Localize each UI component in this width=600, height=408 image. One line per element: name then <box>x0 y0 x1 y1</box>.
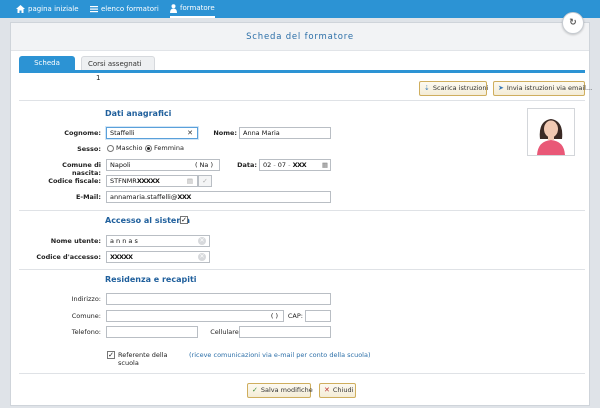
tax-code-value: STFNMR <box>110 177 137 185</box>
check-icon: ✓ <box>252 386 258 394</box>
close-button[interactable]: ✕ Chiudi <box>319 383 356 398</box>
radio-female-dot[interactable] <box>145 144 152 152</box>
checkmark-icon: ✓ <box>181 216 187 224</box>
address-field[interactable] <box>106 293 331 305</box>
email-instructions-label: Invia istruzioni via email... <box>506 84 593 92</box>
sex-male-label: Maschio <box>116 144 143 152</box>
email-instructions-button[interactable]: ➤ Invia istruzioni via email... <box>493 81 592 96</box>
name-field[interactable]: Anna Maria <box>239 127 331 139</box>
name-value: Anna Maria <box>243 129 280 137</box>
tax-code-field[interactable]: STFNMRXXXXX ▤ <box>106 175 198 187</box>
download-instructions-button[interactable]: ⇣ Scarica istruzioni <box>419 81 489 96</box>
birthdate-day: 02 <box>263 161 272 169</box>
clear-circle-icon[interactable]: ✕ <box>198 253 206 261</box>
school-referent-label: Referente della scuola <box>118 351 168 367</box>
list-icon <box>90 6 98 13</box>
birthdate-label: Data: <box>237 161 257 169</box>
breadcrumb-home-label: pagina iniziale <box>28 5 79 13</box>
school-referent-note: (riceve comunicazioni via e-mail per con… <box>189 351 371 359</box>
address-label: Indirizzo: <box>71 295 101 303</box>
trainer-panel: Scheda del formatore Scheda utente Corsi… <box>10 22 592 406</box>
surname-value: Staffelli <box>110 129 135 137</box>
divider-access <box>19 269 585 270</box>
tab-user-sheet[interactable]: Scheda utente <box>19 56 75 81</box>
birthplace-label: Comune di nascita: <box>62 161 101 177</box>
divider-personal <box>19 210 585 211</box>
birthdate-field[interactable]: 02 - 07 - XXX ▦ <box>259 159 331 171</box>
sex-female-label: Femmina <box>154 144 184 152</box>
divider-bottom <box>19 373 585 374</box>
tax-code-redacted: XXXXX <box>136 177 160 185</box>
sex-male-radio[interactable]: Maschio <box>107 144 142 152</box>
tab-assigned-courses[interactable]: Corsi assegnati 1 <box>81 56 155 82</box>
access-code-field[interactable]: XXXXX ✕ <box>106 251 210 263</box>
tax-code-label: Codice fiscale: <box>48 177 101 185</box>
user-icon <box>170 3 177 13</box>
birthdate-year-redacted: XXX <box>292 161 307 169</box>
breadcrumb-list-label: elenco formatori <box>101 5 159 13</box>
school-referent-checkbox[interactable]: ✓ <box>107 351 115 359</box>
mobile-field[interactable] <box>239 326 331 338</box>
city-province: ( ) <box>270 312 278 320</box>
zip-label: CAP: <box>287 312 303 320</box>
birthdate-month: 07 <box>277 161 287 169</box>
birthplace-value: Napoli <box>110 161 131 169</box>
top-navigation-bar: pagina iniziale elenco formatori formato… <box>0 0 600 18</box>
refresh-icon[interactable]: ↻ <box>562 12 584 34</box>
sex-female-radio[interactable]: Femmina <box>145 144 184 152</box>
username-value: a n n a s <box>110 237 138 245</box>
tab-underline <box>19 70 585 73</box>
page-title: Scheda del formatore <box>11 23 589 51</box>
download-instructions-label: Scarica istruzioni <box>432 84 489 92</box>
calendar-icon[interactable]: ▦ <box>322 160 328 170</box>
phone-field[interactable] <box>106 326 198 338</box>
tab-assigned-courses-label: Corsi assegnati <box>88 60 142 68</box>
phone-label: Telefono: <box>71 328 101 336</box>
close-button-label: Chiudi <box>332 386 354 394</box>
access-code-redacted: XXXXX <box>110 253 133 261</box>
sex-label: Sesso: <box>77 145 101 153</box>
surname-label: Cognome: <box>64 129 101 137</box>
access-code-label: Codice d'accesso: <box>36 253 101 261</box>
section-personal-data-title: Dati anagrafici <box>105 109 172 118</box>
send-icon: ➤ <box>498 84 504 92</box>
save-button-label: Salva modifiche <box>260 386 313 394</box>
surname-field[interactable]: Staffelli ✕ <box>106 127 198 139</box>
download-icon: ⇣ <box>424 84 430 92</box>
city-field[interactable]: ( ) <box>106 310 284 322</box>
avatar <box>527 108 575 156</box>
home-icon <box>16 5 25 13</box>
save-button[interactable]: ✓ Salva modifiche <box>247 383 313 398</box>
email-label: E-Mail: <box>75 193 101 201</box>
access-enabled-checkbox[interactable]: ✓ <box>180 216 188 224</box>
tax-code-calc-icon[interactable]: ▤ <box>187 176 193 186</box>
checkmark-icon: ✓ <box>108 351 114 359</box>
tax-code-verify-button[interactable]: ✓ <box>198 175 212 187</box>
clear-icon[interactable]: ✕ <box>187 128 193 138</box>
check-icon: ✓ <box>202 177 208 185</box>
birthplace-province: ( Na ) <box>194 161 213 169</box>
birthplace-field[interactable]: Napoli ( Na ) <box>106 159 220 171</box>
name-label: Nome: <box>213 129 237 137</box>
section-access-title: Accesso al sistema <box>105 216 191 225</box>
breadcrumb-trainers-list[interactable]: elenco formatori <box>90 0 159 18</box>
avatar-female-icon <box>537 119 565 155</box>
email-value: annamaria.staffelli@ <box>110 193 178 201</box>
email-redacted: XXX <box>177 193 191 201</box>
section-residence-title: Residenza e recapiti <box>105 275 197 284</box>
email-field[interactable]: annamaria.staffelli@XXX <box>106 191 331 203</box>
username-field[interactable]: a n n a s ✕ <box>106 235 210 247</box>
clear-circle-icon[interactable]: ✕ <box>198 237 206 245</box>
breadcrumb-current: formatore <box>170 0 215 18</box>
radio-male-dot[interactable] <box>107 144 114 152</box>
divider-top <box>19 100 585 101</box>
breadcrumb-current-label: formatore <box>180 4 215 12</box>
mobile-label: Cellulare: <box>210 328 241 336</box>
courses-count-badge: 1 <box>96 74 101 82</box>
zip-field[interactable] <box>305 310 331 322</box>
breadcrumb-home[interactable]: pagina iniziale <box>16 0 79 18</box>
username-label: Nome utente: <box>50 237 101 245</box>
city-label: Comune: <box>71 312 101 320</box>
close-icon: ✕ <box>324 386 330 394</box>
